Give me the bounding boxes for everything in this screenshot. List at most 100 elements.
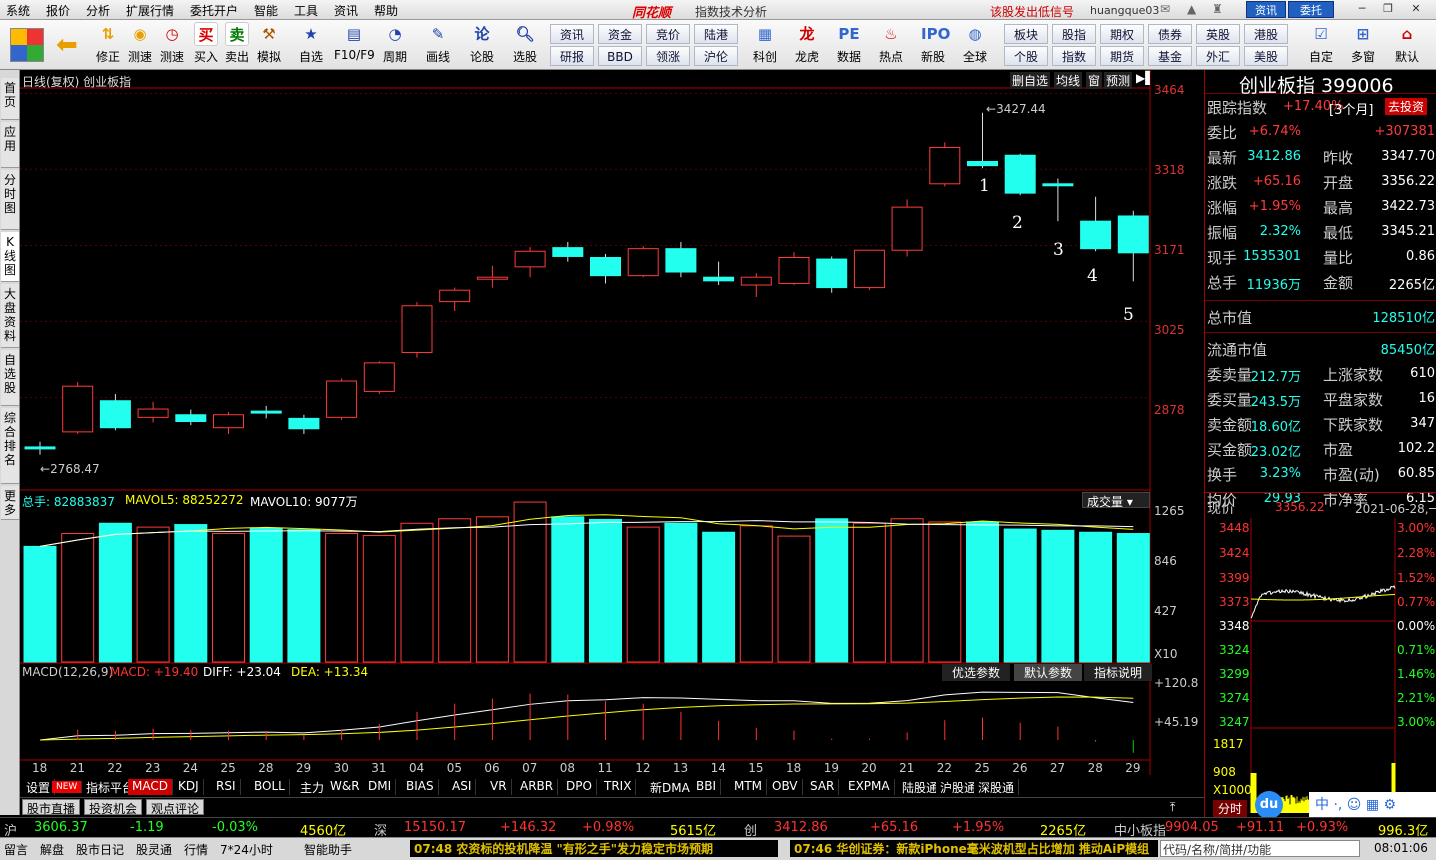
- news-ticker-1[interactable]: 07:48 农资标的投机降温 "有形之手"发力稳定市场预期: [410, 840, 778, 857]
- menu-trade-open[interactable]: 委托开户: [190, 2, 238, 19]
- indicator-tab-obv[interactable]: OBV: [768, 779, 803, 795]
- indicator-tab-wr[interactable]: W&R: [326, 779, 365, 795]
- toolbar-dragon[interactable]: 龙龙虎: [792, 22, 822, 65]
- trade-button[interactable]: 委托: [1288, 1, 1334, 18]
- toolbar-watchlist[interactable]: ★ 自选: [296, 22, 326, 65]
- toolbar-leaders-btn[interactable]: 领涨: [646, 46, 690, 66]
- close-icon[interactable]: ✕: [1406, 2, 1426, 17]
- toolbar-data[interactable]: PE 数据: [834, 22, 864, 65]
- indicator-tab-[interactable]: 主力: [296, 779, 329, 795]
- indicator-tab-trix[interactable]: TRIX: [600, 779, 636, 795]
- toolbar-shlon-btn[interactable]: 沪伦: [694, 46, 738, 66]
- tab-live[interactable]: 股市直播: [22, 799, 80, 815]
- mini-tab-timeshare[interactable]: 分时: [1213, 800, 1247, 817]
- menu-ext-quote[interactable]: 扩展行情: [126, 2, 174, 19]
- toolbar-hk-connect-btn[interactable]: 陆港: [694, 24, 738, 44]
- tab-watchlist[interactable]: 自选股: [1, 350, 19, 406]
- news-button[interactable]: 资讯: [1246, 1, 1286, 18]
- indicator-tab-[interactable]: 设置: [22, 779, 55, 795]
- indicator-tab-mtm[interactable]: MTM: [730, 779, 767, 795]
- indicator-help-button[interactable]: 指标说明: [1084, 664, 1152, 681]
- status-item[interactable]: 留言: [4, 841, 28, 858]
- toolbar-sell[interactable]: 卖卖出: [222, 22, 252, 65]
- menu-news[interactable]: 资讯: [334, 2, 358, 19]
- ma-button[interactable]: 均线: [1054, 72, 1082, 89]
- tab-more[interactable]: 更多: [1, 486, 19, 520]
- indicator-tab-bbi[interactable]: BBI: [692, 779, 721, 795]
- indicator-tab-sar[interactable]: SAR: [806, 779, 839, 795]
- tab-apps[interactable]: 应用: [1, 122, 19, 168]
- toolbar-options-btn[interactable]: 期权: [1100, 24, 1144, 44]
- remove-watchlist-button[interactable]: 删自选: [1010, 72, 1050, 89]
- toolbar-funds2-btn[interactable]: 基金: [1148, 46, 1192, 66]
- toolbar-default[interactable]: ⌂ 默认: [1392, 22, 1422, 65]
- indicator-tab-expma[interactable]: EXPMA: [844, 779, 895, 795]
- status-item[interactable]: 解盘: [40, 841, 64, 858]
- status-item[interactable]: 股灵通: [136, 841, 172, 858]
- toolbar-custom[interactable]: ☑ 自定: [1306, 22, 1336, 65]
- ime-toolbar[interactable]: 中 ·, ☺ ▦ ⚙: [1309, 792, 1436, 818]
- toolbar-fix[interactable]: ⇅ 修正: [93, 22, 123, 65]
- toolbar-speed[interactable]: ◉ 测速: [125, 22, 155, 65]
- default-params-button[interactable]: 默认参数: [1014, 664, 1082, 681]
- invest-button[interactable]: 去投资: [1385, 98, 1427, 115]
- indicator-tab-vr[interactable]: VR: [486, 779, 512, 795]
- toolbar-hot[interactable]: ♨ 热点: [876, 22, 906, 65]
- tab-timeshare[interactable]: 分时图: [1, 170, 19, 230]
- toolbar-multiwin[interactable]: ⊞ 多窗: [1348, 22, 1378, 65]
- toolbar-funds-btn[interactable]: 资金: [598, 24, 642, 44]
- toolbar-index-btn[interactable]: 指数: [1052, 46, 1096, 66]
- expand-icon[interactable]: ▶▌: [1136, 71, 1154, 85]
- menu-help[interactable]: 帮助: [374, 2, 398, 19]
- toolbar-screener[interactable]: 🔍︎ 选股: [510, 22, 540, 65]
- restore-icon[interactable]: ❐: [1378, 2, 1398, 17]
- tshirt-icon[interactable]: ♜: [1212, 2, 1223, 16]
- minimize-icon[interactable]: ─: [1352, 2, 1372, 17]
- indicator-tab-arbr[interactable]: ARBR: [516, 779, 558, 795]
- toolbar-forex-btn[interactable]: 外汇: [1196, 46, 1240, 66]
- status-item[interactable]: 行情: [184, 841, 208, 858]
- username[interactable]: huangque03: [1090, 4, 1159, 17]
- toolbar-star-market[interactable]: ▦ 科创: [750, 22, 780, 65]
- toolbar-discuss[interactable]: 论论股: [467, 22, 497, 65]
- toolbar-draw[interactable]: ✎ 画线: [423, 22, 453, 65]
- toolbar-index-fut-btn[interactable]: 股指: [1052, 24, 1096, 44]
- toolbar-ipo[interactable]: IPO 新股: [918, 22, 948, 65]
- search-input[interactable]: 代码/名称/简拼/功能: [1160, 840, 1360, 857]
- indicator-tab-dpo[interactable]: DPO: [562, 779, 597, 795]
- status-item[interactable]: 7*24小时: [220, 841, 273, 858]
- baidu-ime-icon[interactable]: du: [1255, 791, 1283, 819]
- forecast-button[interactable]: 预测: [1104, 72, 1132, 89]
- toolbar-global[interactable]: ◍ 全球: [960, 22, 990, 65]
- news-ticker-2[interactable]: 07:46 华创证券：新款iPhone毫米波机型占比增加 推动AiP模组: [790, 840, 1158, 857]
- indicator-tab-rsi[interactable]: RSI: [212, 779, 241, 795]
- menu-system[interactable]: 系统: [6, 2, 30, 19]
- vol-indicator-select[interactable]: 成交量 ▾: [1082, 492, 1150, 508]
- menu-tools[interactable]: 工具: [294, 2, 318, 19]
- scroll-top-icon[interactable]: ⤒: [1170, 800, 1175, 815]
- indicator-tab-kdj[interactable]: KDJ: [174, 779, 204, 795]
- toolbar-futures-btn[interactable]: 期货: [1100, 46, 1144, 66]
- optimize-params-button[interactable]: 优选参数: [942, 664, 1010, 681]
- toolbar-research-btn[interactable]: 研报: [550, 46, 594, 66]
- toolbar-bbd-btn[interactable]: BBD: [598, 46, 642, 66]
- indicator-tab-asi[interactable]: ASI: [448, 779, 476, 795]
- toolbar-uk-btn[interactable]: 英股: [1196, 24, 1240, 44]
- toolbar-auction-btn[interactable]: 竞价: [646, 24, 690, 44]
- toolbar-buy[interactable]: 买买入: [191, 22, 221, 65]
- toolbar-stock-btn[interactable]: 个股: [1004, 46, 1048, 66]
- toolbar-news-btn[interactable]: 资讯: [550, 24, 594, 44]
- status-item[interactable]: 智能助手: [304, 841, 352, 858]
- tab-opportunity[interactable]: 投资机会: [84, 799, 142, 815]
- indicator-tab-dmi[interactable]: DMI: [364, 779, 396, 795]
- tab-market-info[interactable]: 大盘资料: [1, 284, 19, 348]
- intraday-mini-chart[interactable]: 现价 3356.22 2021-06-28,一 3448 3424 3399 3373…: [1204, 492, 1436, 817]
- toolbar-hk-btn[interactable]: 港股: [1244, 24, 1288, 44]
- shirt-icon[interactable]: ✉: [1160, 2, 1170, 16]
- toolbar-f10[interactable]: ▤ F10/F9: [334, 22, 374, 62]
- bell-icon[interactable]: ▲: [1187, 2, 1196, 16]
- menu-grid-icon[interactable]: [10, 28, 44, 62]
- indicator-tab-dma[interactable]: 新DMA: [646, 779, 695, 795]
- toolbar-speedtest[interactable]: ◷ 测速: [157, 22, 187, 65]
- tab-home[interactable]: 首页: [1, 78, 19, 120]
